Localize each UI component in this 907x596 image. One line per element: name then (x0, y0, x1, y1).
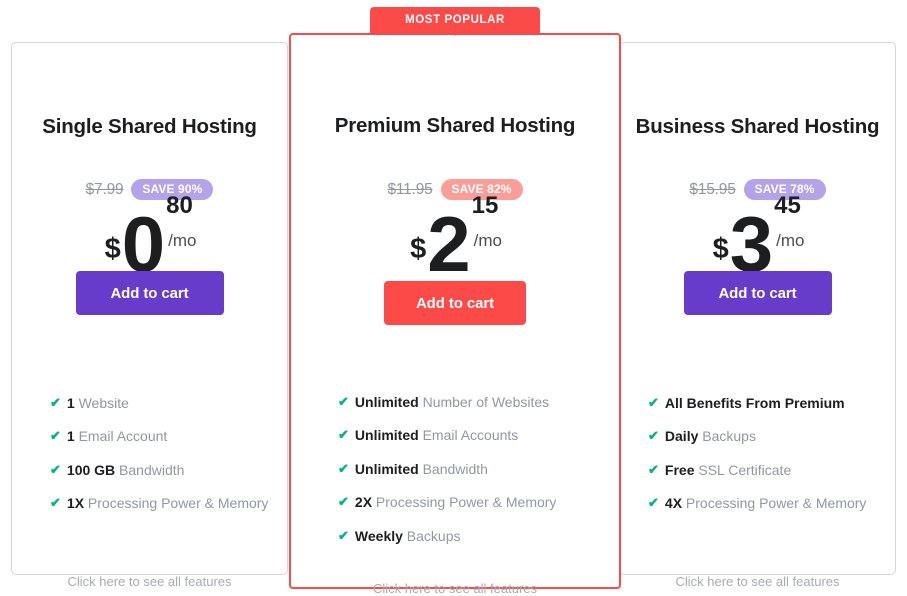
check-icon: ✔ (648, 461, 659, 477)
price-integer: 2 (427, 200, 470, 288)
check-icon: ✔ (648, 395, 659, 410)
plan-title: Premium Shared Hosting (334, 114, 576, 137)
feature-item: ✔ Unlimited Bandwidth (338, 460, 619, 477)
check-icon: ✔ (338, 460, 349, 476)
check-icon: ✔ (50, 395, 61, 410)
feature-item: ✔ 100 GB Bandwidth (50, 461, 287, 478)
feature-highlight: Free (664, 461, 695, 478)
pricing-card-business[interactable]: Business Shared Hosting $15.95 SAVE 78% … (619, 42, 896, 589)
check-icon: ✔ (50, 461, 61, 477)
feature-highlight: Unlimited (354, 394, 419, 410)
feature-list: ✔ All Benefits From Premium ✔ Daily Back… (620, 395, 895, 530)
old-price: $7.99 (85, 180, 124, 198)
feature-highlight: 1X (66, 495, 85, 512)
feature-highlight: 4X (664, 495, 683, 512)
feature-item: ✔ 2X Processing Power & Memory (338, 494, 619, 511)
feature-text: SSL Certificate (694, 461, 792, 478)
feature-text: Processing Power & Memory (372, 494, 557, 511)
feature-item: ✔ Daily Backups (648, 428, 895, 445)
plan-title: Business Shared Hosting (635, 115, 880, 138)
add-to-cart-button[interactable]: Add to cart (683, 271, 832, 315)
feature-text: Processing Power & Memory (682, 495, 867, 512)
currency-symbol: $ (712, 232, 729, 265)
check-icon: ✔ (50, 428, 61, 444)
feature-highlight: Daily (664, 428, 699, 445)
price-integer: 3 (729, 200, 773, 288)
price-block: $ 3 45 /mo (620, 193, 895, 288)
feature-item: ✔ Unlimited Email Accounts (338, 427, 619, 444)
check-icon: ✔ (338, 527, 349, 543)
feature-item: ✔ Unlimited Number of Websites (338, 394, 619, 410)
feature-text: Number of Websites (418, 394, 550, 410)
old-price-row: $7.99 SAVE 90% (12, 179, 287, 200)
feature-highlight: Unlimited (354, 427, 419, 444)
currency-symbol: $ (104, 232, 121, 265)
feature-highlight: 1 (66, 395, 75, 411)
old-price: $15.95 (689, 180, 736, 198)
price-period: /mo (168, 230, 197, 250)
feature-highlight: 100 GB (66, 461, 116, 478)
feature-item: ✔ 4X Processing Power & Memory (648, 495, 895, 512)
check-icon: ✔ (50, 495, 61, 511)
feature-text: Bandwidth (418, 460, 488, 477)
add-to-cart-button[interactable]: Add to cart (75, 271, 224, 315)
feature-item: ✔ Free SSL Certificate (648, 461, 895, 478)
all-features-link[interactable]: Click here to see all features (12, 574, 287, 589)
pricing-table: Single Shared Hosting $7.99 SAVE 90% $ 0… (0, 0, 907, 596)
check-icon: ✔ (648, 428, 659, 444)
price-cents: 45 (774, 191, 801, 219)
check-icon: ✔ (338, 494, 349, 510)
feature-item: ✔ 1X Processing Power & Memory (50, 495, 287, 512)
feature-highlight: 2X (354, 494, 373, 511)
price-cents: 80 (166, 191, 193, 219)
feature-highlight: All Benefits From Premium (664, 395, 845, 411)
feature-highlight: 1 (66, 428, 75, 445)
check-icon: ✔ (338, 427, 349, 443)
feature-item: ✔ All Benefits From Premium (648, 395, 895, 411)
old-price: $11.95 (387, 180, 433, 198)
feature-item: ✔ 1 Email Account (50, 428, 287, 445)
feature-text: Email Account (74, 428, 168, 445)
all-features-link[interactable]: Click here to see all features (291, 581, 619, 596)
currency-symbol: $ (410, 232, 427, 265)
price-block: $ 0 80 /mo (12, 193, 287, 288)
feature-text: Backups (402, 527, 461, 544)
check-icon: ✔ (648, 495, 659, 511)
price-period: /mo (776, 230, 805, 250)
price-period: /mo (473, 230, 502, 250)
feature-highlight: Weekly (354, 527, 403, 544)
feature-text: Website (74, 395, 129, 411)
feature-text: Backups (698, 428, 756, 445)
ribbon-notch-icon (446, 26, 464, 36)
pricing-card-single[interactable]: Single Shared Hosting $7.99 SAVE 90% $ 0… (11, 42, 288, 589)
feature-text: Bandwidth (115, 461, 185, 478)
all-features-link[interactable]: Click here to see all features (620, 574, 895, 589)
check-icon: ✔ (338, 394, 349, 409)
most-popular-label: MOST POPULAR (405, 14, 505, 26)
old-price-row: $15.95 SAVE 78% (620, 179, 895, 200)
feature-text: Processing Power & Memory (84, 495, 269, 512)
pricing-card-premium[interactable]: Premium Shared Hosting $11.95 SAVE 82% $… (289, 33, 621, 596)
price-integer: 0 (121, 200, 165, 288)
price-cents: 15 (471, 191, 499, 219)
feature-highlight: Unlimited (354, 460, 419, 477)
feature-item: ✔ 1 Website (50, 395, 287, 411)
feature-list: ✔ Unlimited Number of Websites ✔ Unlimit… (291, 394, 619, 562)
feature-item: ✔ Weekly Backups (338, 527, 619, 544)
price-block: $ 2 15 /mo (291, 193, 619, 288)
feature-list: ✔ 1 Website ✔ 1 Email Account ✔ 100 GB B… (12, 395, 287, 530)
plan-title: Single Shared Hosting (42, 115, 257, 138)
old-price-row: $11.95 SAVE 82% (291, 179, 619, 200)
feature-text: Email Accounts (418, 427, 519, 444)
add-to-cart-button[interactable]: Add to cart (384, 281, 526, 325)
